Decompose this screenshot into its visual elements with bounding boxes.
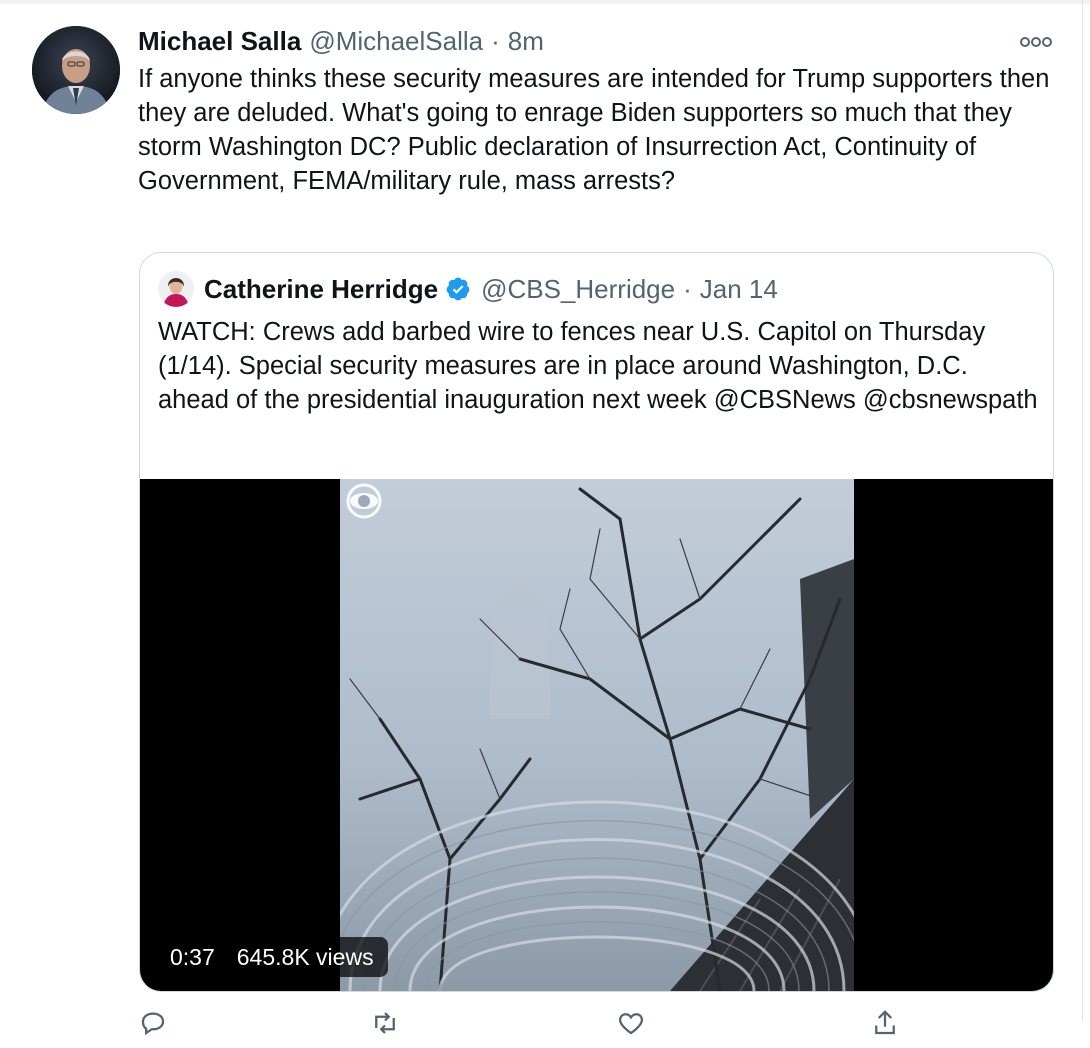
share-button[interactable]: [870, 1008, 900, 1038]
video-stats-badge: 0:37 645.8K views: [156, 937, 388, 977]
quoted-tweet-text: WATCH: Crews add barbed wire to fences n…: [158, 318, 1038, 414]
retweet-button[interactable]: [370, 1008, 400, 1038]
video-duration: 0:37: [170, 943, 215, 970]
quoted-author-name[interactable]: Catherine Herridge: [204, 274, 438, 305]
quoted-tweet-header: Catherine Herridge @CBS_Herridge · Jan 1…: [204, 273, 778, 305]
retweet-icon: [375, 1012, 395, 1034]
share-icon: [875, 1010, 895, 1035]
separator-dot: ·: [491, 26, 500, 56]
avatar-image: [32, 26, 120, 114]
quoted-separator-dot: ·: [683, 273, 692, 304]
video-player[interactable]: 0:37 645.8K views: [140, 479, 1053, 991]
author-name[interactable]: Michael Salla: [138, 26, 301, 57]
reply-button[interactable]: [138, 1008, 168, 1038]
quoted-author-avatar[interactable]: [158, 271, 194, 307]
tweet-header: Michael Salla @MichaelSalla · 8m: [138, 26, 544, 58]
tweet-timestamp[interactable]: 8m: [508, 26, 544, 57]
tweet-text: If anyone thinks these security measures…: [138, 65, 1050, 195]
top-divider: [0, 0, 1090, 4]
author-handle[interactable]: @MichaelSalla: [309, 26, 483, 57]
more-options-button[interactable]: [1016, 28, 1056, 56]
reply-icon: [141, 1012, 165, 1036]
verified-badge-icon: [445, 276, 471, 302]
like-button[interactable]: [616, 1008, 646, 1038]
like-icon: [618, 1013, 644, 1035]
tweet-actions-bar: [138, 1008, 938, 1048]
video-views: 645.8K views: [236, 943, 374, 970]
quoted-tweet-date[interactable]: Jan 14: [700, 274, 778, 305]
quoted-author-handle[interactable]: @CBS_Herridge: [481, 274, 675, 305]
author-avatar[interactable]: [32, 26, 120, 114]
video-frame: [340, 479, 854, 991]
column-border: [1082, 0, 1083, 1022]
quoted-tweet-card[interactable]: Catherine Herridge @CBS_Herridge · Jan 1…: [139, 252, 1054, 992]
more-horizontal-icon: [1020, 37, 1052, 47]
quoted-avatar-image: [158, 271, 194, 307]
